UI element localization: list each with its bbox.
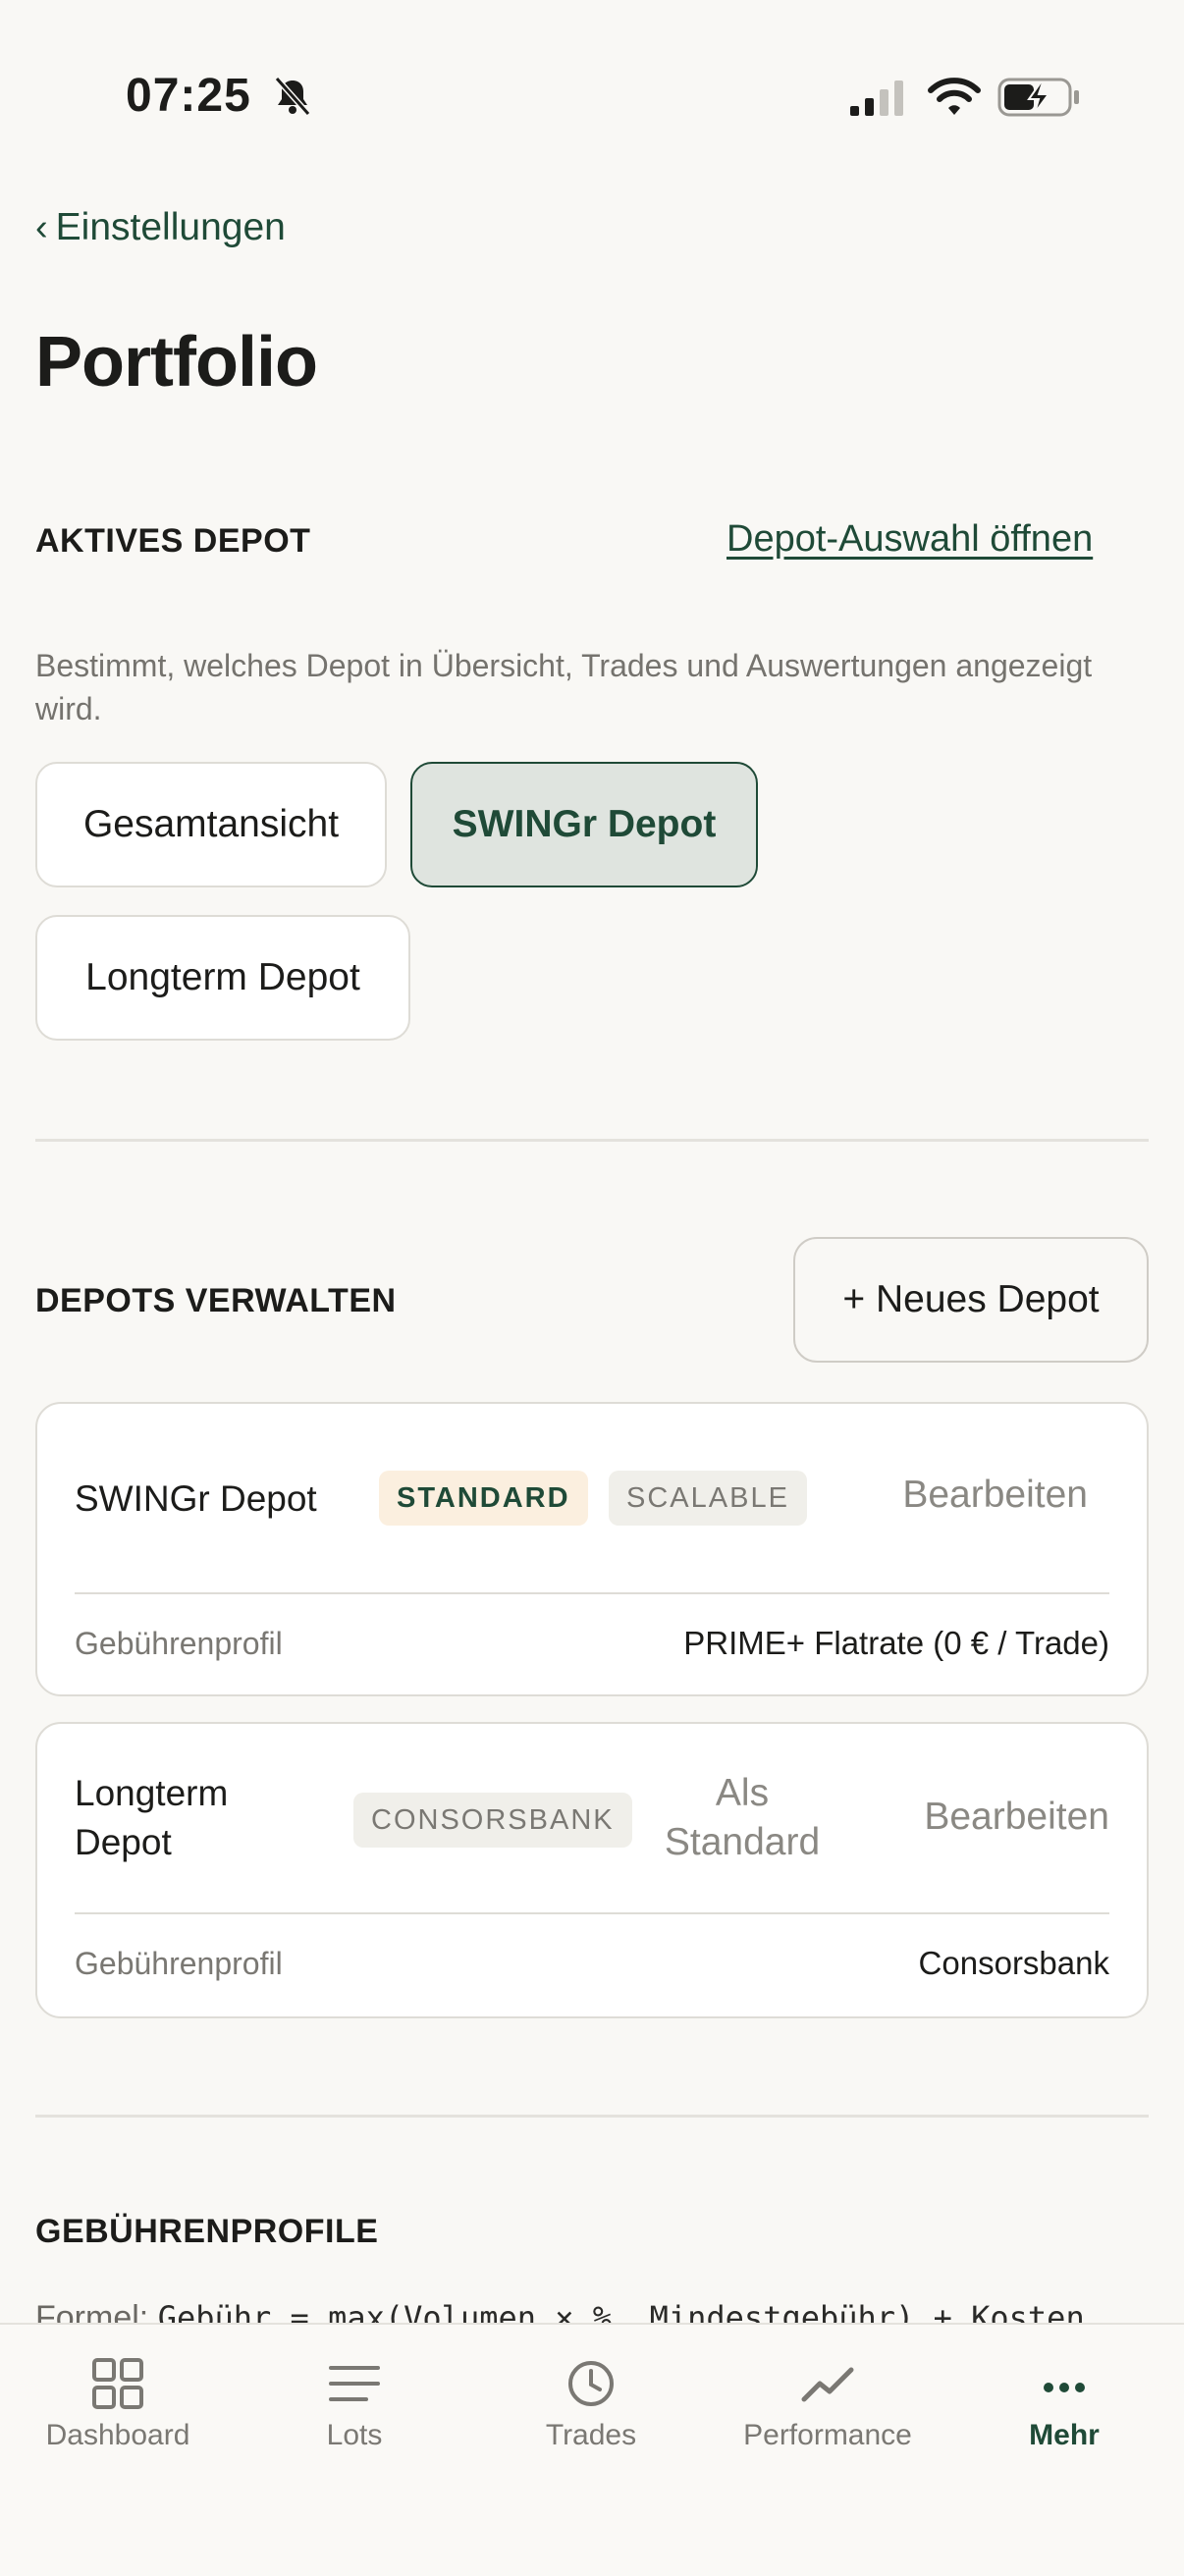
new-depot-button[interactable]: + Neues Depot: [793, 1237, 1149, 1363]
depot-name: Longterm Depot: [75, 1773, 229, 1862]
tab-label: Lots: [326, 2419, 383, 2451]
clock-icon: [568, 2361, 614, 2406]
section-label-manage-depots: DEPOTS VERWALTEN: [35, 1282, 397, 1319]
tab-performance[interactable]: Performance: [710, 2354, 945, 2462]
wifi-icon: [928, 78, 981, 115]
open-depot-selection-link[interactable]: Depot-Auswahl öffnen: [727, 518, 1093, 561]
badge-broker: CONSORSBANK: [353, 1793, 632, 1848]
tab-label: Dashboard: [45, 2419, 190, 2451]
badge-broker: SCALABLE: [609, 1471, 807, 1526]
page-title: Portfolio: [35, 323, 318, 402]
depot-card-swingr: SWINGr Depot STANDARD SCALABLE Bearbeite…: [35, 1402, 1149, 1696]
tab-label: Mehr: [1029, 2419, 1100, 2451]
status-bar: 07:25: [0, 0, 1184, 196]
fee-profile-value: PRIME+ Flatrate (0 € / Trade): [683, 1625, 1109, 1661]
fee-profile-label: Gebührenprofil: [75, 1945, 283, 1981]
section-label-fee-profiles: GEBÜHRENPROFILE: [35, 2213, 379, 2250]
depot-name: SWINGr Depot: [75, 1478, 317, 1519]
edit-depot-button[interactable]: Bearbeiten: [902, 1471, 1088, 1520]
tab-more[interactable]: Mehr: [946, 2354, 1182, 2462]
section-label-active-depot: AKTIVES DEPOT: [35, 522, 311, 560]
back-label: Einstellungen: [55, 206, 286, 248]
list-icon: [329, 2366, 380, 2401]
signal-icon: [850, 80, 903, 116]
tab-trades[interactable]: Trades: [473, 2354, 709, 2462]
tab-label: Trades: [545, 2419, 637, 2451]
fee-profile-label: Gebührenprofil: [75, 1625, 283, 1661]
chart-line-icon: [801, 2367, 854, 2402]
more-icon: [1044, 2383, 1085, 2392]
active-depot-helper-text: Bestimmt, welches Depot in Übersicht, Tr…: [35, 648, 1093, 726]
tab-label: Performance: [743, 2419, 912, 2451]
depot-chip-swingr[interactable]: SWINGr Depot: [410, 762, 758, 887]
bell-muted-icon: [274, 77, 311, 116]
chevron-left-icon: ‹: [35, 206, 48, 248]
edit-depot-button[interactable]: Bearbeiten: [924, 1793, 1109, 1842]
set-default-button[interactable]: Als Standard: [664, 1769, 821, 1867]
depot-chip-gesamtansicht[interactable]: Gesamtansicht: [35, 762, 387, 887]
grid-icon: [92, 2358, 143, 2409]
depot-card-longterm: Longterm Depot CONSORSBANK Als Standard …: [35, 1722, 1149, 2018]
tab-bar: Dashboard Lots Trades Performance Mehr: [0, 2323, 1184, 2576]
badge-standard: STANDARD: [379, 1471, 588, 1526]
status-time: 07:25: [126, 70, 251, 122]
fee-profile-value: Consorsbank: [918, 1945, 1109, 1981]
divider: [35, 2115, 1149, 2118]
back-button[interactable]: ‹ Einstellungen: [35, 206, 286, 249]
depot-chip-longterm[interactable]: Longterm Depot: [35, 915, 410, 1041]
tab-lots[interactable]: Lots: [237, 2354, 472, 2462]
divider: [35, 1139, 1149, 1142]
battery-charging-icon: [997, 78, 1079, 117]
tab-dashboard[interactable]: Dashboard: [0, 2354, 236, 2462]
